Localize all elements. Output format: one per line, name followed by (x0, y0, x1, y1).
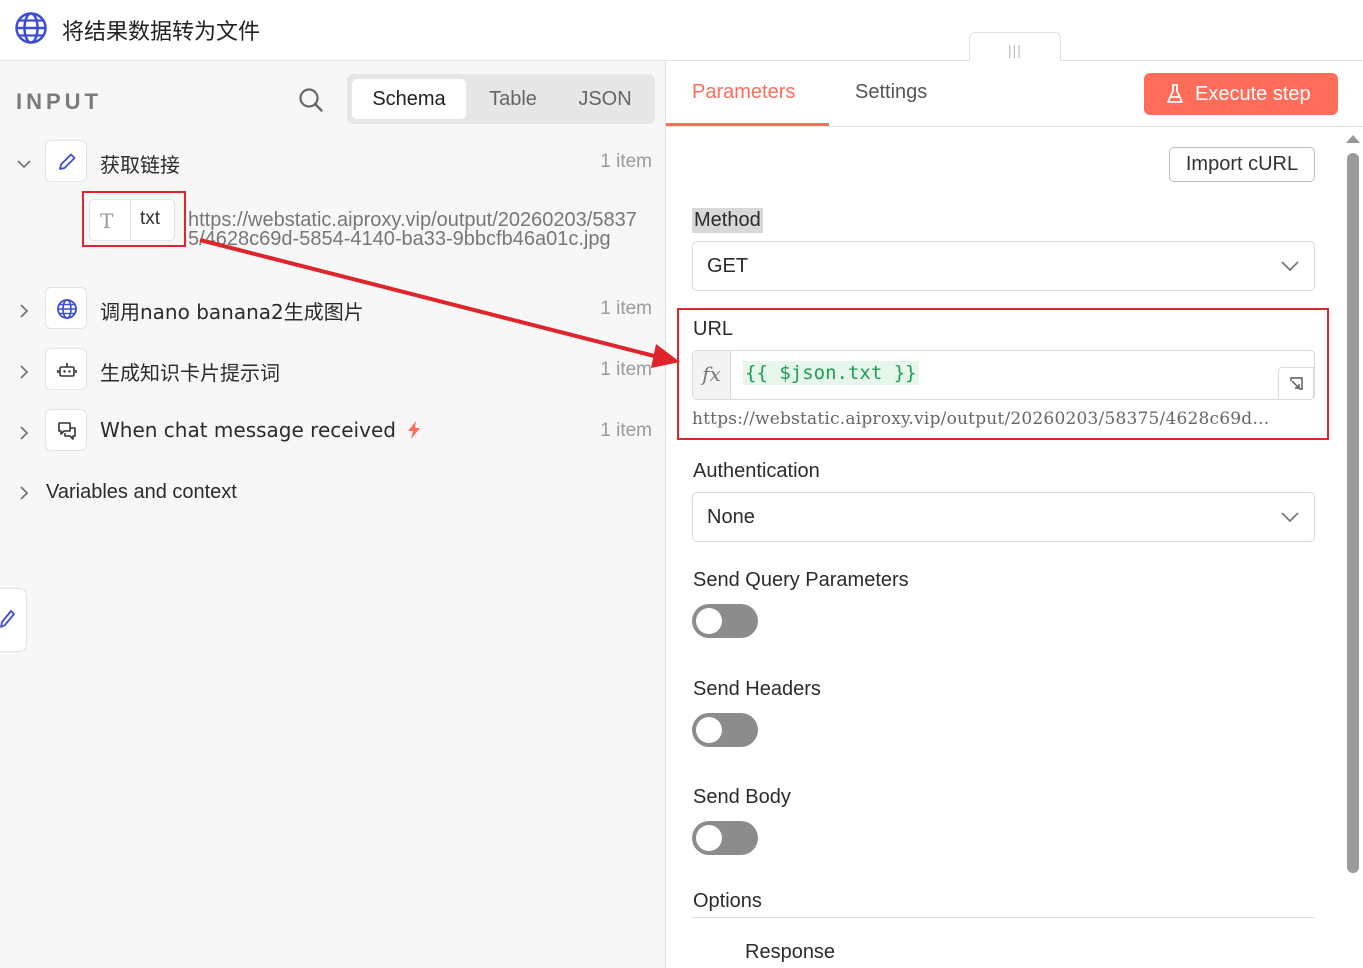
node-name: 生成知识卡片提示词 (100, 361, 280, 385)
tab-parameters[interactable]: Parameters (692, 81, 795, 104)
toggle-knob (696, 825, 722, 851)
chevron-right-icon[interactable] (14, 423, 34, 443)
url-resolved-preview: https://webstatic.aiproxy.vip/output/202… (692, 409, 1270, 429)
node-name: When chat message received (100, 418, 396, 442)
annotation-box-field (82, 191, 186, 247)
node-icon-box (45, 348, 87, 390)
node-icon-box (45, 409, 87, 451)
options-divider (692, 917, 1315, 918)
variables-and-context-row[interactable]: Variables and context (0, 478, 666, 508)
panel-drag-handle[interactable]: ||| (969, 32, 1061, 62)
fx-expression-icon: fx (693, 351, 731, 399)
options-label: Options (693, 890, 762, 912)
node-row-nano-banana[interactable]: 调用nano banana2生成图片 1 item (0, 287, 666, 337)
node-name-wrapper: When chat message received (100, 418, 422, 442)
send-query-parameters-label: Send Query Parameters (693, 569, 909, 591)
toggle-knob (696, 717, 722, 743)
node-item-count: 1 item (600, 151, 652, 172)
send-body-label: Send Body (693, 786, 791, 808)
node-name: 调用nano banana2生成图片 (100, 300, 364, 324)
chevron-down-icon (1281, 512, 1299, 523)
send-headers-toggle[interactable] (692, 713, 758, 747)
url-expression-input[interactable]: fx {{ $json.txt }} (692, 350, 1315, 400)
node-title[interactable]: 将结果数据转为文件 (62, 14, 260, 46)
lightning-bolt-icon (407, 421, 420, 439)
chevron-down-icon (1281, 261, 1299, 272)
field-value: https://webstatic.aiproxy.vip/output/202… (188, 209, 637, 250)
tab-settings[interactable]: Settings (855, 81, 927, 104)
node-item-count: 1 item (600, 359, 652, 380)
execute-step-label: Execute step (1195, 83, 1311, 105)
node-row-prompt[interactable]: 生成知识卡片提示词 1 item (0, 348, 666, 398)
authentication-label: Authentication (693, 460, 820, 482)
input-panel: INPUT Schema Table JSON 获取链接 1 item T tx… (0, 61, 666, 968)
response-option-label[interactable]: Response (745, 941, 835, 964)
parameters-panel: Parameters Settings Execute step Import … (666, 61, 1363, 968)
active-tab-underline (666, 123, 829, 126)
send-body-toggle[interactable] (692, 821, 758, 855)
method-value: GET (707, 255, 749, 277)
view-mode-tabs: Schema Table JSON (347, 74, 655, 124)
method-label: Method (692, 208, 763, 233)
chevron-right-icon[interactable] (14, 301, 34, 321)
node-row-get-link[interactable]: 获取链接 1 item (0, 140, 666, 190)
tab-table[interactable]: Table (470, 79, 556, 119)
scroll-up-arrow[interactable] (1346, 135, 1360, 143)
variables-label: Variables and context (46, 481, 237, 503)
send-headers-label: Send Headers (693, 678, 821, 700)
collapsed-side-tab[interactable] (0, 588, 27, 652)
send-query-parameters-toggle[interactable] (692, 604, 758, 638)
authentication-select[interactable]: None (692, 492, 1315, 542)
toggle-knob (696, 608, 722, 634)
chevron-down-icon[interactable] (14, 154, 34, 174)
url-label: URL (693, 318, 734, 340)
search-icon[interactable] (298, 87, 324, 113)
url-expression-value[interactable]: {{ $json.txt }} (743, 361, 919, 385)
execute-step-button[interactable]: Execute step (1144, 73, 1338, 115)
authentication-value: None (707, 506, 755, 528)
chevron-right-icon[interactable] (14, 362, 34, 382)
input-panel-title: INPUT (16, 89, 102, 114)
flask-icon (1167, 84, 1183, 103)
node-icon-box (45, 287, 87, 329)
import-curl-button[interactable]: Import cURL (1169, 147, 1315, 182)
panel-tabs: Parameters Settings Execute step (666, 61, 1363, 127)
pencil-icon (0, 610, 15, 628)
node-item-count: 1 item (600, 298, 652, 319)
chat-icon (58, 422, 76, 440)
node-item-count: 1 item (600, 420, 652, 441)
scrollbar-thumb[interactable] (1347, 153, 1359, 873)
node-name: 获取链接 (100, 153, 180, 177)
pencil-icon (59, 153, 76, 170)
node-row-chat-trigger[interactable]: When chat message received 1 item (0, 409, 666, 459)
title-bar: 将结果数据转为文件 ||| (0, 0, 1363, 62)
expand-editor-button[interactable] (1278, 367, 1314, 400)
node-icon-box (45, 140, 87, 182)
globe-icon (57, 299, 77, 319)
globe-icon (15, 12, 47, 44)
open-external-icon (1290, 377, 1303, 390)
method-select[interactable]: GET (692, 241, 1315, 291)
chevron-right-icon[interactable] (14, 483, 34, 503)
tab-schema[interactable]: Schema (352, 79, 466, 119)
robot-icon (57, 363, 77, 377)
tab-json[interactable]: JSON (560, 79, 650, 119)
